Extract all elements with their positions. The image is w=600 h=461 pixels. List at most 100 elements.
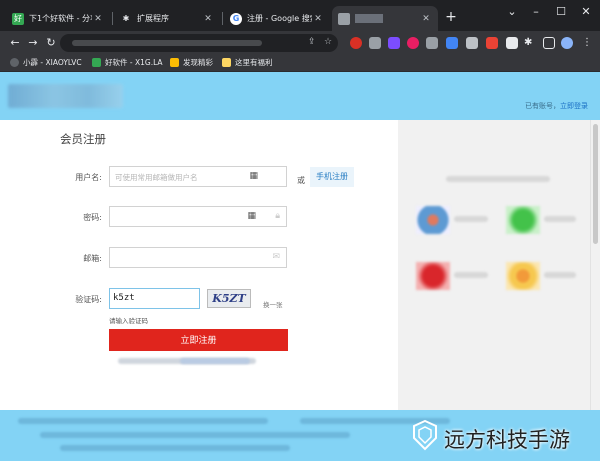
- close-tab-icon[interactable]: ✕: [312, 14, 324, 24]
- captcha-input[interactable]: k5zt: [109, 288, 200, 309]
- password-label: 密码:: [83, 213, 102, 222]
- social-login-icon[interactable]: [416, 206, 450, 234]
- close-tab-icon[interactable]: ✕: [202, 14, 214, 24]
- tab-title: 扩展程序: [137, 14, 169, 23]
- captcha-label: 验证码:: [75, 295, 102, 304]
- tab-1[interactable]: 好 下1个好软件 - 分享乐 ✕: [6, 6, 110, 31]
- bookmark-favicon-icon: [92, 58, 101, 67]
- side-panel-icon[interactable]: [543, 37, 555, 49]
- tab-4-active[interactable]: ✕: [332, 6, 438, 31]
- social-login-icon[interactable]: [506, 262, 540, 290]
- social-login-label-blurred: [454, 216, 488, 222]
- tab-separator: [222, 12, 223, 25]
- extension-icon[interactable]: [388, 37, 400, 49]
- email-field[interactable]: ✉︎: [109, 247, 287, 268]
- tab-title: 注册 - Google 搜索: [247, 14, 312, 23]
- extension-icon[interactable]: [350, 37, 362, 49]
- password-field[interactable]: ▦ 🔒︎: [109, 206, 287, 227]
- extension-icon[interactable]: [466, 37, 478, 49]
- tab-search-icon[interactable]: ⌄: [500, 5, 524, 18]
- bookmark-favicon-icon: [222, 58, 231, 67]
- tab-3[interactable]: G 注册 - Google 搜索 ✕: [224, 6, 330, 31]
- phone-register-button[interactable]: 手机注册: [310, 167, 354, 187]
- puzzle-icon: ✱: [122, 14, 130, 23]
- share-icon[interactable]: ⇪: [308, 37, 316, 47]
- bookmarks-bar: 小霹 - XIAOYLVC 好软件 - X1G.LA 发现精彩 这里有福利: [0, 55, 600, 72]
- captcha-image-text: K5ZT: [212, 292, 246, 305]
- footer-links-blurred: [18, 418, 268, 424]
- menu-icon[interactable]: ⋮: [582, 37, 594, 49]
- puzzle-icon[interactable]: ✱: [524, 37, 536, 49]
- register-submit-button[interactable]: 立即注册: [109, 329, 288, 351]
- back-icon[interactable]: ←: [8, 36, 22, 49]
- reload-icon[interactable]: ↻: [44, 36, 58, 49]
- bookmark-item[interactable]: 这里有福利: [222, 57, 273, 68]
- refresh-captcha-link[interactable]: 换一张: [263, 299, 283, 309]
- captcha-image[interactable]: K5ZT: [207, 289, 251, 308]
- footer-text-blurred: [60, 445, 290, 451]
- username-placeholder: 可使用常用邮箱做用户名: [115, 173, 198, 182]
- tab-title: [355, 14, 420, 23]
- address-text-blurred: [72, 40, 262, 46]
- social-login-label-blurred: [454, 272, 488, 278]
- bookmark-item[interactable]: 好软件 - X1G.LA: [92, 57, 163, 68]
- scrollbar-thumb[interactable]: [593, 124, 598, 244]
- green-app-icon: 好: [12, 12, 24, 25]
- bookmark-label: 好软件 - X1G.LA: [105, 58, 163, 67]
- new-tab-button[interactable]: +: [442, 8, 460, 26]
- login-prompt-text: 已有账号，: [525, 102, 560, 110]
- watermark-logo-icon: [413, 419, 437, 451]
- extension-icon[interactable]: [446, 37, 458, 49]
- login-link[interactable]: 立即登录: [560, 102, 588, 110]
- close-tab-icon[interactable]: ✕: [420, 14, 432, 24]
- page-scrollbar[interactable]: [590, 120, 600, 410]
- social-login-icon[interactable]: [506, 206, 540, 234]
- google-icon: G: [230, 12, 242, 25]
- social-login-label-blurred: [544, 216, 576, 222]
- close-window-icon[interactable]: ✕: [574, 5, 598, 18]
- extension-icon[interactable]: [369, 37, 381, 49]
- username-label: 用户名:: [75, 173, 102, 182]
- tab-separator: [112, 12, 113, 25]
- tab-title: 下1个好软件 - 分享乐: [29, 14, 92, 23]
- username-field[interactable]: 可使用常用邮箱做用户名 ▦: [109, 166, 287, 187]
- avatar[interactable]: [561, 37, 573, 49]
- star-icon[interactable]: ☆: [324, 37, 332, 47]
- bookmark-item[interactable]: 发现精彩: [170, 57, 213, 68]
- site-logo-blurred[interactable]: [8, 84, 123, 108]
- address-bar[interactable]: ⇪ ☆: [60, 34, 338, 52]
- bookmark-favicon-icon: [170, 58, 179, 67]
- bookmark-favicon-icon: [10, 58, 19, 67]
- agreement-link-blurred[interactable]: [180, 358, 250, 364]
- social-login-label-blurred: [544, 272, 576, 278]
- bookmark-label: 这里有福利: [235, 58, 273, 67]
- forward-icon[interactable]: →: [26, 36, 40, 49]
- extension-icon[interactable]: [486, 37, 498, 49]
- bookmark-item[interactable]: 小霹 - XIAOYLVC: [10, 57, 82, 68]
- social-login-icon[interactable]: [416, 262, 450, 290]
- browser-titlebar: 好 下1个好软件 - 分享乐 ✕ ✱ 扩展程序 ✕ G 注册 - Google …: [0, 0, 600, 31]
- keyboard-icon[interactable]: ▦: [249, 171, 258, 181]
- page-icon: [338, 12, 350, 25]
- browser-toolbar: ← → ↻ ⇪ ☆ ✱ ⋮: [0, 31, 600, 55]
- minimize-icon[interactable]: –: [524, 5, 548, 18]
- bookmark-label: 小霹 - XIAOYLVC: [23, 58, 82, 67]
- captcha-input-value: k5zt: [113, 293, 135, 303]
- lock-icon: 🔒︎: [275, 211, 280, 221]
- social-login-title-blurred: [446, 176, 550, 182]
- footer-text-blurred: [40, 432, 350, 438]
- or-text: 或: [297, 176, 305, 185]
- page-title: 会员注册: [60, 132, 106, 146]
- bookmark-label: 发现精彩: [183, 58, 213, 67]
- heart-extension-icon[interactable]: [407, 37, 419, 49]
- maximize-icon[interactable]: ☐: [549, 5, 573, 18]
- extension-icon[interactable]: [426, 37, 438, 49]
- keyboard-icon[interactable]: ▦: [247, 211, 256, 221]
- close-tab-icon[interactable]: ✕: [92, 14, 104, 24]
- email-label: 邮箱:: [83, 254, 102, 263]
- tab-2[interactable]: ✱ 扩展程序 ✕: [114, 6, 220, 31]
- site-header: 已有账号，立即登录: [0, 72, 600, 120]
- extension-icon[interactable]: [506, 37, 518, 49]
- watermark-text: 远方科技手游: [444, 428, 570, 452]
- captcha-hint: 请输入验证码: [109, 317, 148, 325]
